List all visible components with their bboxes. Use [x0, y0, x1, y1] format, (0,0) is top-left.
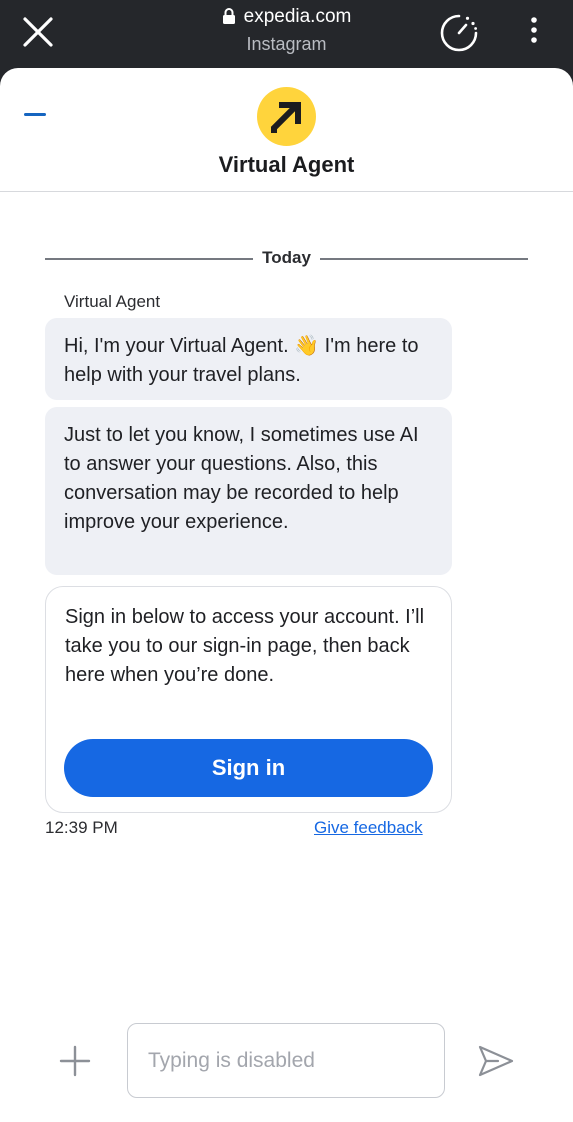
add-attachment-icon[interactable]: [58, 1044, 92, 1078]
speed-gauge-icon[interactable]: [438, 12, 480, 54]
message-text: Just to let you know, I sometimes use AI…: [64, 424, 419, 533]
message-text: Hi, I'm your Virtual Agent. 👋 I'm here t…: [64, 335, 419, 386]
lock-icon: [222, 8, 236, 24]
sender-name: Virtual Agent: [64, 292, 161, 311]
message-text: Sign in below to access your account. I’…: [65, 606, 425, 686]
minimize-button[interactable]: [14, 98, 58, 132]
sign-in-card: Sign in below to access your account. I’…: [45, 586, 452, 813]
date-divider-label: Today: [262, 248, 311, 267]
more-options-icon[interactable]: [522, 14, 546, 54]
url-area[interactable]: expedia.com Instagram: [0, 6, 573, 55]
chat-header: Virtual Agent: [0, 68, 573, 192]
message-input[interactable]: [127, 1023, 445, 1098]
expedia-logo: [257, 87, 316, 146]
message-timestamp: 12:39 PM: [45, 818, 118, 837]
url-domain: expedia.com: [243, 6, 352, 27]
message-bubble: Hi, I'm your Virtual Agent. 👋 I'm here t…: [45, 318, 452, 400]
divider-line: [45, 258, 253, 260]
give-feedback-link[interactable]: Give feedback: [314, 818, 423, 838]
message-bubble: Just to let you know, I sometimes use AI…: [45, 407, 452, 575]
page-title: Virtual Agent: [218, 152, 355, 177]
send-icon[interactable]: [476, 1043, 516, 1079]
date-divider: Today: [45, 248, 528, 270]
chat-sheet: Virtual Agent Today Virtual Agent Hi, I'…: [0, 68, 573, 1122]
source-app-label: Instagram: [246, 34, 327, 54]
minimize-icon: [24, 113, 46, 116]
divider-line: [320, 258, 528, 260]
browser-top-bar: expedia.com Instagram: [0, 0, 573, 68]
sign-in-button[interactable]: Sign in: [64, 739, 433, 797]
